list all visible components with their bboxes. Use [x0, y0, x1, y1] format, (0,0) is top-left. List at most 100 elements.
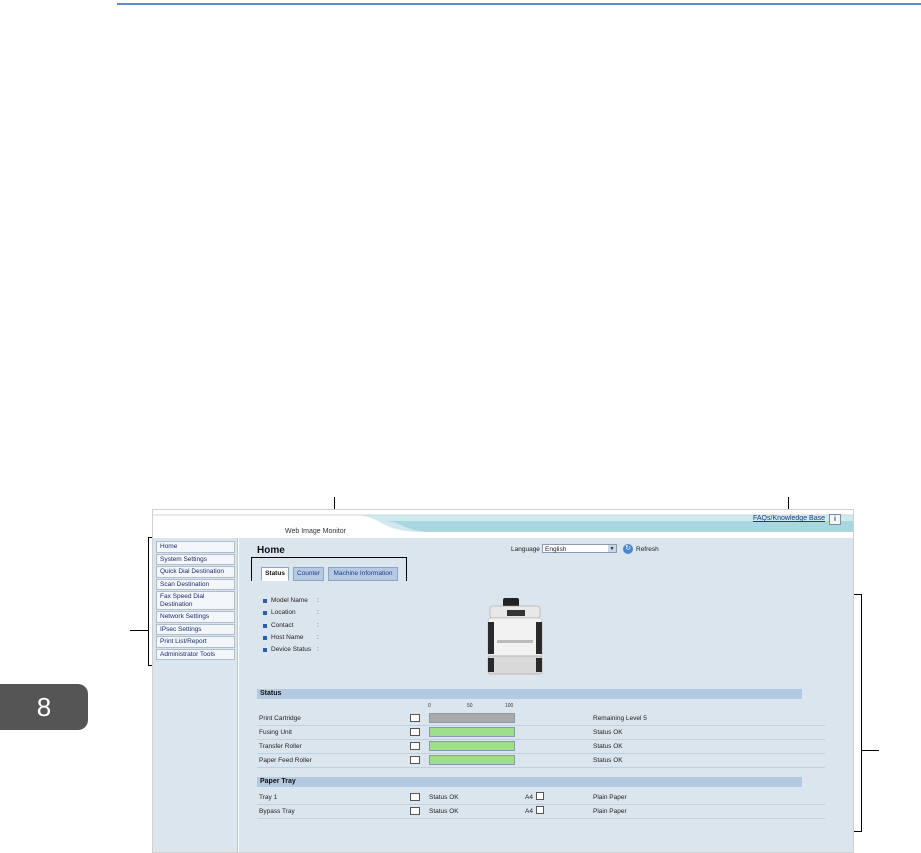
info-separator: : — [317, 597, 319, 604]
sidebar-item-network-settings[interactable]: Network Settings — [156, 611, 235, 623]
callout-main-bracket — [861, 594, 862, 832]
consumable-status: Status OK — [593, 729, 623, 736]
info-label: Location — [271, 609, 296, 617]
cartridge-icon — [410, 714, 420, 722]
sidebar-item-print-list-report[interactable]: Print List/Report — [156, 636, 235, 648]
tray-name: Tray 1 — [259, 794, 278, 801]
sidebar-item-fax-speed-dial-destination[interactable]: Fax Speed Dial Destination — [156, 591, 235, 610]
language-value: English — [545, 546, 567, 553]
tray-name: Bypass Tray — [259, 808, 295, 815]
info-device-status: Device Status: — [263, 644, 319, 656]
info-host-name: Host Name: — [263, 632, 319, 644]
paper-size: A4 — [525, 808, 533, 815]
info-label: Device Status — [271, 646, 312, 654]
main-content: Home Language English ▼ ↻ Refresh Status… — [239, 538, 853, 852]
paper-size-icon — [536, 792, 544, 800]
info-label: Host Name — [271, 633, 304, 641]
sidebar-item-quick-dial-destination[interactable]: Quick Dial Destination — [156, 566, 235, 578]
status-row-transfer-roller: Transfer Roller Status OK — [257, 739, 825, 754]
tab-status[interactable]: Status — [261, 567, 289, 581]
paper-type: Plain Paper — [593, 794, 627, 801]
paper-size: A4 — [525, 794, 533, 801]
level-bar-fill — [430, 742, 514, 750]
app-title: Web Image Monitor — [285, 528, 346, 535]
info-model-name: Model Name: — [263, 595, 319, 607]
scale-label-0: 0 — [428, 703, 431, 709]
info-label: Model Name — [271, 597, 308, 604]
header-wave — [153, 514, 853, 532]
callout-tabs-box-right — [406, 557, 407, 581]
page-title: Home — [257, 545, 285, 556]
info-label: Contact — [271, 621, 294, 629]
sidebar-item-ipsec-settings[interactable]: IPsec Settings — [156, 623, 235, 635]
device-info-list: Model Name: Location: Contact: Host Name… — [263, 595, 319, 656]
paper-tray-icon — [410, 807, 420, 815]
level-bar — [429, 755, 515, 765]
paper-size-icon — [536, 806, 544, 814]
status-section-header: Status — [257, 689, 802, 699]
bullet-icon — [263, 635, 267, 640]
consumable-status: Status OK — [593, 743, 623, 750]
callout-tabs-box-top — [251, 557, 407, 558]
sidebar-item-scan-destination[interactable]: Scan Destination — [156, 578, 235, 590]
status-row-paper-feed-roller: Paper Feed Roller Status OK — [257, 753, 825, 768]
transfer-roller-icon — [410, 742, 420, 750]
bullet-icon — [263, 648, 267, 653]
info-icon[interactable]: i — [829, 514, 841, 525]
info-separator: : — [317, 609, 319, 617]
info-separator: : — [317, 646, 319, 654]
status-row-print-cartridge: Print Cartridge Remaining Level 5 — [257, 711, 825, 726]
level-bar — [429, 741, 515, 751]
web-image-monitor-window: Web Image Monitor FAQs/Knowledge Base i … — [152, 509, 854, 853]
fusing-unit-icon — [410, 728, 420, 736]
faq-knowledge-base-link[interactable]: FAQs/Knowledge Base — [753, 515, 825, 522]
page-top-rule — [117, 3, 921, 5]
tray-row-bypass-tray: Bypass Tray Status OK A4 Plain Paper — [257, 804, 825, 819]
consumable-name: Print Cartridge — [259, 715, 301, 722]
scale-label-100: 100 — [505, 703, 514, 709]
info-separator: : — [317, 621, 319, 629]
paper-tray-icon — [410, 793, 420, 801]
bullet-icon — [263, 611, 267, 616]
consumable-status: Remaining Level 5 — [593, 715, 647, 722]
tab-machine-information[interactable]: Machine Information — [328, 567, 398, 581]
language-select[interactable]: English ▼ — [542, 544, 617, 553]
level-bar-fill — [430, 714, 514, 722]
status-row-fusing-unit: Fusing Unit Status OK — [257, 725, 825, 740]
chevron-down-icon[interactable]: ▼ — [608, 545, 616, 552]
paper-tray-section-header: Paper Tray — [257, 777, 802, 787]
header-bar: Web Image Monitor FAQs/Knowledge Base i — [153, 510, 853, 538]
tray-row-tray-1: Tray 1 Status OK A4 Plain Paper — [257, 790, 825, 805]
consumable-name: Fusing Unit — [259, 729, 292, 736]
tab-counter[interactable]: Counter — [293, 567, 324, 581]
sidebar-item-administrator-tools[interactable]: Administrator Tools — [156, 648, 235, 660]
level-bar-fill — [430, 728, 514, 736]
printer-image — [487, 598, 543, 681]
menu-list: Home System Settings Quick Dial Destinat… — [156, 541, 235, 661]
paper-type: Plain Paper — [593, 808, 627, 815]
bullet-icon — [263, 599, 267, 603]
refresh-button[interactable]: Refresh — [636, 546, 659, 553]
consumable-name: Transfer Roller — [259, 743, 302, 750]
tray-status: Status OK — [429, 808, 459, 815]
consumable-name: Paper Feed Roller — [259, 757, 312, 764]
chapter-number: 8 — [36, 691, 52, 722]
paper-feed-roller-icon — [410, 756, 420, 764]
info-contact: Contact: — [263, 620, 319, 632]
tray-status: Status OK — [429, 794, 459, 801]
sidebar-menu: Home System Settings Quick Dial Destinat… — [153, 538, 238, 852]
info-separator: : — [317, 633, 319, 641]
refresh-icon[interactable]: ↻ — [623, 544, 633, 554]
callout-sidebar-tick — [130, 630, 148, 631]
callout-main-tick — [861, 750, 879, 751]
sidebar-item-system-settings[interactable]: System Settings — [156, 553, 235, 565]
bullet-icon — [263, 623, 267, 628]
level-bar-fill — [430, 756, 514, 764]
language-label: Language — [511, 546, 540, 553]
sidebar-item-home[interactable]: Home — [156, 541, 235, 553]
consumable-status: Status OK — [593, 757, 623, 764]
level-bar — [429, 713, 515, 723]
scale-label-50: 50 — [467, 703, 473, 709]
chapter-tab: 8 — [0, 684, 88, 730]
callout-tabs-box-left — [251, 557, 252, 581]
